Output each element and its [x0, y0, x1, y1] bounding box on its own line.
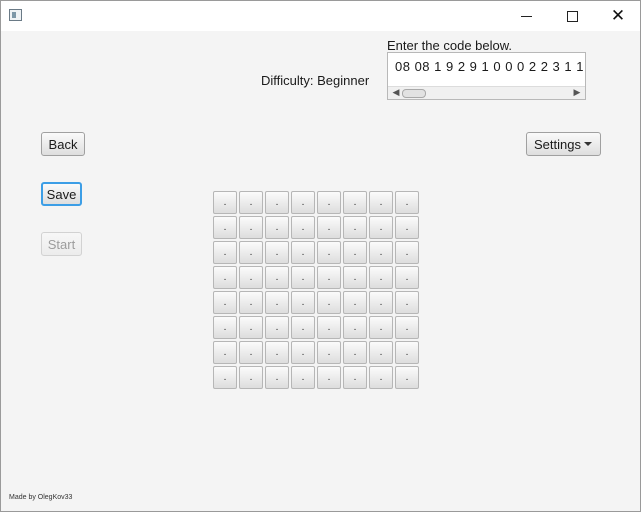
board-cell[interactable]: . — [343, 191, 367, 214]
board-cell[interactable]: . — [317, 266, 341, 289]
board-cell[interactable]: . — [395, 191, 419, 214]
board-cell[interactable]: . — [343, 316, 367, 339]
game-board: ........................................… — [213, 191, 419, 389]
board-cell[interactable]: . — [291, 341, 315, 364]
board-cell[interactable]: . — [317, 191, 341, 214]
board-cell[interactable]: . — [265, 341, 289, 364]
maximize-button[interactable] — [549, 1, 595, 31]
settings-label: Settings — [534, 136, 581, 152]
board-cell[interactable]: . — [395, 341, 419, 364]
board-cell[interactable]: . — [317, 341, 341, 364]
maximize-icon — [566, 10, 578, 22]
board-cell[interactable]: . — [343, 266, 367, 289]
board-cell[interactable]: . — [317, 366, 341, 389]
board-cell[interactable]: . — [213, 241, 237, 264]
code-input-area[interactable]: 08 08 1 9 2 9 1 0 0 0 2 2 3 1 1 0 1 1 1 … — [387, 52, 586, 100]
board-cell[interactable]: . — [369, 216, 393, 239]
board-cell[interactable]: . — [265, 241, 289, 264]
board-cell[interactable]: . — [343, 216, 367, 239]
board-cell[interactable]: . — [343, 366, 367, 389]
title-bar: ✕ — [1, 1, 640, 31]
scroll-thumb[interactable] — [402, 89, 426, 98]
board-cell[interactable]: . — [343, 291, 367, 314]
board-cell[interactable]: . — [213, 216, 237, 239]
board-cell[interactable]: . — [291, 216, 315, 239]
board-cell[interactable]: . — [395, 291, 419, 314]
board-cell[interactable]: . — [239, 366, 263, 389]
board-cell[interactable]: . — [239, 316, 263, 339]
board-cell[interactable]: . — [213, 341, 237, 364]
save-button[interactable]: Save — [41, 182, 82, 206]
board-cell[interactable]: . — [239, 216, 263, 239]
board-cell[interactable]: . — [265, 316, 289, 339]
board-cell[interactable]: . — [265, 291, 289, 314]
credit-text: Made by OlegKov33 — [9, 494, 73, 501]
board-cell[interactable]: . — [395, 241, 419, 264]
close-icon: ✕ — [610, 5, 626, 26]
app-window: ✕ Enter the code below. 08 08 1 9 2 9 1 … — [0, 0, 641, 512]
board-cell[interactable]: . — [239, 341, 263, 364]
board-cell[interactable]: . — [395, 216, 419, 239]
scroll-right-arrow-icon[interactable]: ▶ — [571, 87, 583, 99]
close-button[interactable]: ✕ — [595, 1, 641, 31]
board-cell[interactable]: . — [369, 241, 393, 264]
board-cell[interactable]: . — [395, 366, 419, 389]
board-cell[interactable]: . — [265, 191, 289, 214]
board-cell[interactable]: . — [265, 266, 289, 289]
minimize-icon — [520, 15, 532, 17]
minimize-button[interactable] — [503, 1, 549, 31]
board-cell[interactable]: . — [239, 191, 263, 214]
board-cell[interactable]: . — [369, 316, 393, 339]
board-cell[interactable]: . — [343, 241, 367, 264]
board-cell[interactable]: . — [213, 266, 237, 289]
scroll-left-arrow-icon[interactable]: ◀ — [390, 87, 402, 99]
start-button: Start — [41, 232, 82, 256]
board-cell[interactable]: . — [265, 366, 289, 389]
board-cell[interactable]: . — [317, 216, 341, 239]
board-cell[interactable]: . — [291, 291, 315, 314]
board-cell[interactable]: . — [213, 316, 237, 339]
board-cell[interactable]: . — [239, 291, 263, 314]
board-cell[interactable]: . — [369, 291, 393, 314]
board-cell[interactable]: . — [213, 291, 237, 314]
board-cell[interactable]: . — [213, 366, 237, 389]
app-window-icon — [9, 9, 22, 21]
board-cell[interactable]: . — [291, 366, 315, 389]
board-cell[interactable]: . — [213, 191, 237, 214]
board-cell[interactable]: . — [317, 291, 341, 314]
board-cell[interactable]: . — [369, 366, 393, 389]
board-cell[interactable]: . — [395, 316, 419, 339]
code-prompt-label: Enter the code below. — [387, 38, 513, 53]
code-horizontal-scrollbar[interactable]: ◀ ▶ — [388, 86, 585, 99]
board-cell[interactable]: . — [265, 216, 289, 239]
board-cell[interactable]: . — [317, 316, 341, 339]
difficulty-label: Difficulty: Beginner — [261, 73, 370, 88]
board-cell[interactable]: . — [291, 191, 315, 214]
board-cell[interactable]: . — [343, 341, 367, 364]
board-cell[interactable]: . — [395, 266, 419, 289]
board-cell[interactable]: . — [291, 316, 315, 339]
chevron-down-icon — [584, 142, 592, 146]
board-cell[interactable]: . — [369, 341, 393, 364]
board-cell[interactable]: . — [291, 241, 315, 264]
board-cell[interactable]: . — [369, 266, 393, 289]
code-input-text[interactable]: 08 08 1 9 2 9 1 0 0 0 2 2 3 1 1 0 1 1 1 — [395, 59, 585, 74]
board-cell[interactable]: . — [317, 241, 341, 264]
settings-dropdown[interactable]: Settings — [526, 132, 601, 156]
board-cell[interactable]: . — [369, 191, 393, 214]
board-cell[interactable]: . — [239, 241, 263, 264]
back-button[interactable]: Back — [41, 132, 85, 156]
board-cell[interactable]: . — [239, 266, 263, 289]
board-cell[interactable]: . — [291, 266, 315, 289]
